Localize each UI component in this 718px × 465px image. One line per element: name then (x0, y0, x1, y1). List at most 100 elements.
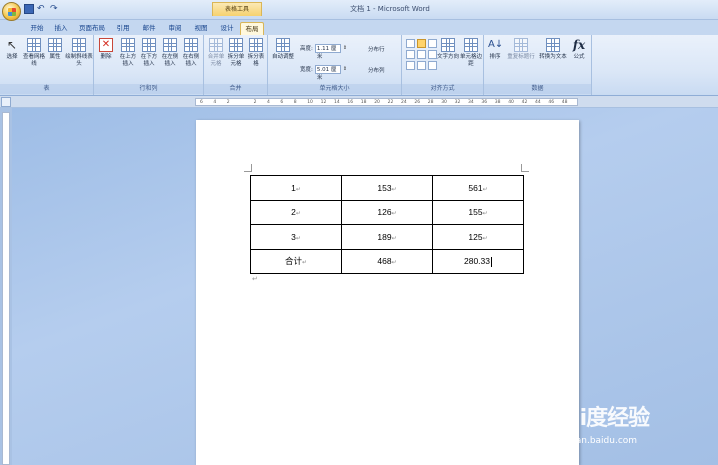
table-cell[interactable]: 155↵ (432, 199, 524, 225)
table-cell[interactable]: 280.33 (432, 248, 524, 274)
align-top-left-icon[interactable] (406, 39, 415, 48)
tab-mailings[interactable]: 邮件 (138, 22, 160, 35)
tab-review[interactable]: 审阅 (164, 22, 186, 35)
split-cells-button[interactable]: 拆分单元格 (226, 38, 246, 68)
redo-icon[interactable]: ↷ (50, 4, 60, 14)
align-top-center-icon[interactable] (417, 39, 426, 48)
ruler-tick: 10 (307, 100, 313, 105)
width-input[interactable]: 5.01 厘米 (314, 64, 341, 81)
tab-design[interactable]: 设计 (216, 22, 238, 35)
ruler-tick: 14 (334, 100, 340, 105)
autofit-button[interactable]: 自动调整 (270, 38, 296, 61)
tab-home[interactable]: 开始 (26, 22, 48, 35)
table-cell[interactable]: 1↵ (250, 175, 342, 201)
cell-text: 126 (377, 207, 392, 218)
delete-icon (99, 38, 113, 52)
repeat-header-rows-button[interactable]: 重复标题行 (506, 38, 536, 61)
table-cell[interactable]: 2↵ (250, 199, 342, 225)
insert-below-button[interactable]: 在下方插入 (139, 38, 159, 68)
formula-button[interactable]: fx 公式 (570, 38, 588, 61)
formula-icon: fx (572, 38, 586, 52)
ruler-tick: 36 (481, 100, 488, 105)
tab-insert[interactable]: 插入 (50, 22, 72, 35)
table-cell[interactable]: 126↵ (341, 199, 433, 225)
tab-selector[interactable] (1, 97, 11, 107)
distribute-rows-button[interactable]: 分布行 (368, 45, 385, 53)
align-bottom-center-icon[interactable] (417, 61, 426, 70)
table-row: 合计↵ 468↵ 280.33 (250, 248, 524, 274)
ruler-tick: 32 (454, 100, 461, 105)
undo-icon[interactable]: ↶ (37, 4, 47, 14)
ruler-tick: 38 (494, 100, 501, 105)
ruler-tick: 46 (548, 100, 555, 105)
cell-text: 280.33 (464, 255, 490, 266)
cell-end-mark: ↵ (482, 235, 488, 242)
distribute-columns-button[interactable]: 分布列 (368, 66, 385, 74)
table-row: 3↵ 189↵ 125↵ (250, 224, 524, 250)
cell-margins-button[interactable]: 单元格边距 (460, 38, 482, 68)
sort-button[interactable]: A↓ 排序 (486, 38, 504, 61)
table-cell[interactable]: 153↵ (341, 175, 433, 201)
group-alignment: 文字方向 单元格边距 对齐方式 (402, 35, 484, 95)
properties-button[interactable]: 属性 (46, 38, 64, 61)
convert-to-text-icon (546, 38, 560, 52)
ruler-tick: 26 (414, 100, 421, 105)
group-label-alignment: 对齐方式 (402, 84, 483, 94)
group-merge: 合并单元格 拆分单元格 拆分表格 合并 (204, 35, 268, 95)
cell-end-mark: ↵ (391, 186, 397, 193)
align-middle-left-icon[interactable] (406, 50, 415, 59)
vertical-ruler[interactable] (2, 112, 10, 465)
document-page[interactable]: 1↵ 153↵ 561↵ 2↵ 126↵ 155↵ 3↵ 189↵ 125↵ 合计↵ 468↵ 280… (196, 120, 579, 465)
title-bar: ↶ ↷ 表格工具 文档 1 - Microsoft Word (0, 0, 718, 21)
horizontal-ruler[interactable]: 6 4 2 2 4 6 8 10 12 14 16 18 20 22 24 26 28 30 32 34 36 38 40 4… (195, 98, 578, 106)
crop-mark (244, 164, 252, 172)
align-middle-center-icon[interactable] (417, 50, 426, 59)
height-spinner-icon[interactable]: ⇕ (343, 45, 347, 51)
table-cell[interactable]: 125↵ (432, 224, 524, 250)
text-direction-icon (441, 38, 455, 52)
table-cell[interactable]: 3↵ (250, 224, 342, 250)
office-button[interactable] (2, 2, 21, 21)
tab-layout[interactable]: 布局 (240, 22, 264, 35)
tab-references[interactable]: 引用 (112, 22, 134, 35)
save-icon[interactable] (24, 4, 34, 14)
draw-diagonal-header-button[interactable]: 绘制斜线表头 (65, 38, 93, 68)
tab-view[interactable]: 视图 (190, 22, 212, 35)
tab-page-layout[interactable]: 页面布局 (76, 22, 108, 35)
cell-text: 189 (377, 231, 392, 242)
group-table: ↖ 选择 查看网格线 属性 绘制斜线表头 表 (0, 35, 94, 95)
height-input[interactable]: 1.11 厘米 (314, 43, 341, 60)
height-row: 高度: 1.11 厘米 ⇕ (300, 43, 348, 60)
insert-left-button[interactable]: 在左侧插入 (160, 38, 180, 68)
cell-end-mark: ↵ (391, 211, 397, 218)
table-cell[interactable]: 561↵ (432, 175, 524, 201)
insert-above-button[interactable]: 在上方插入 (118, 38, 138, 68)
table-cell[interactable]: 合计↵ (250, 248, 342, 274)
view-gridlines-button[interactable]: 查看网格线 (23, 38, 45, 68)
ribbon: ↖选择 查看网格线 属性 绘制斜线表头 表 删除 在上方插入 在下方插入 在左侧… (0, 35, 718, 96)
repeat-header-icon (514, 38, 528, 52)
text-direction-button[interactable]: 文字方向 (436, 38, 460, 61)
merge-cells-button[interactable]: 合并单元格 (206, 38, 226, 68)
convert-to-text-button[interactable]: 转换为文本 (538, 38, 568, 61)
data-table[interactable]: 1↵ 153↵ 561↵ 2↵ 126↵ 155↵ 3↵ 189↵ 125↵ 合计↵ 468↵ 280… (250, 175, 524, 274)
insert-right-button[interactable]: 在右侧插入 (181, 38, 201, 68)
group-label-data: 数据 (484, 84, 591, 94)
select-button[interactable]: ↖ 选择 (3, 38, 21, 61)
cell-margins-icon (464, 38, 478, 52)
delete-button[interactable]: 删除 (97, 38, 115, 61)
width-spinner-icon[interactable]: ⇕ (343, 66, 347, 72)
ruler-tick: 24 (401, 100, 407, 105)
ruler-tick: 6 (200, 100, 203, 105)
ruler-tick: 18 (360, 100, 367, 105)
align-bottom-right-icon[interactable] (428, 61, 437, 70)
ruler-tick: 6 (280, 100, 284, 105)
table-cell[interactable]: 468↵ (341, 248, 433, 274)
split-table-icon (249, 38, 263, 52)
group-rows-columns: 删除 在上方插入 在下方插入 在左侧插入 在右侧插入 行和列 (94, 35, 204, 95)
align-bottom-left-icon[interactable] (406, 61, 415, 70)
table-cell[interactable]: 189↵ (341, 224, 433, 250)
merge-cells-icon (209, 38, 223, 52)
watermark-url: jingyan.baidu.com (554, 436, 638, 446)
split-table-button[interactable]: 拆分表格 (246, 38, 266, 68)
